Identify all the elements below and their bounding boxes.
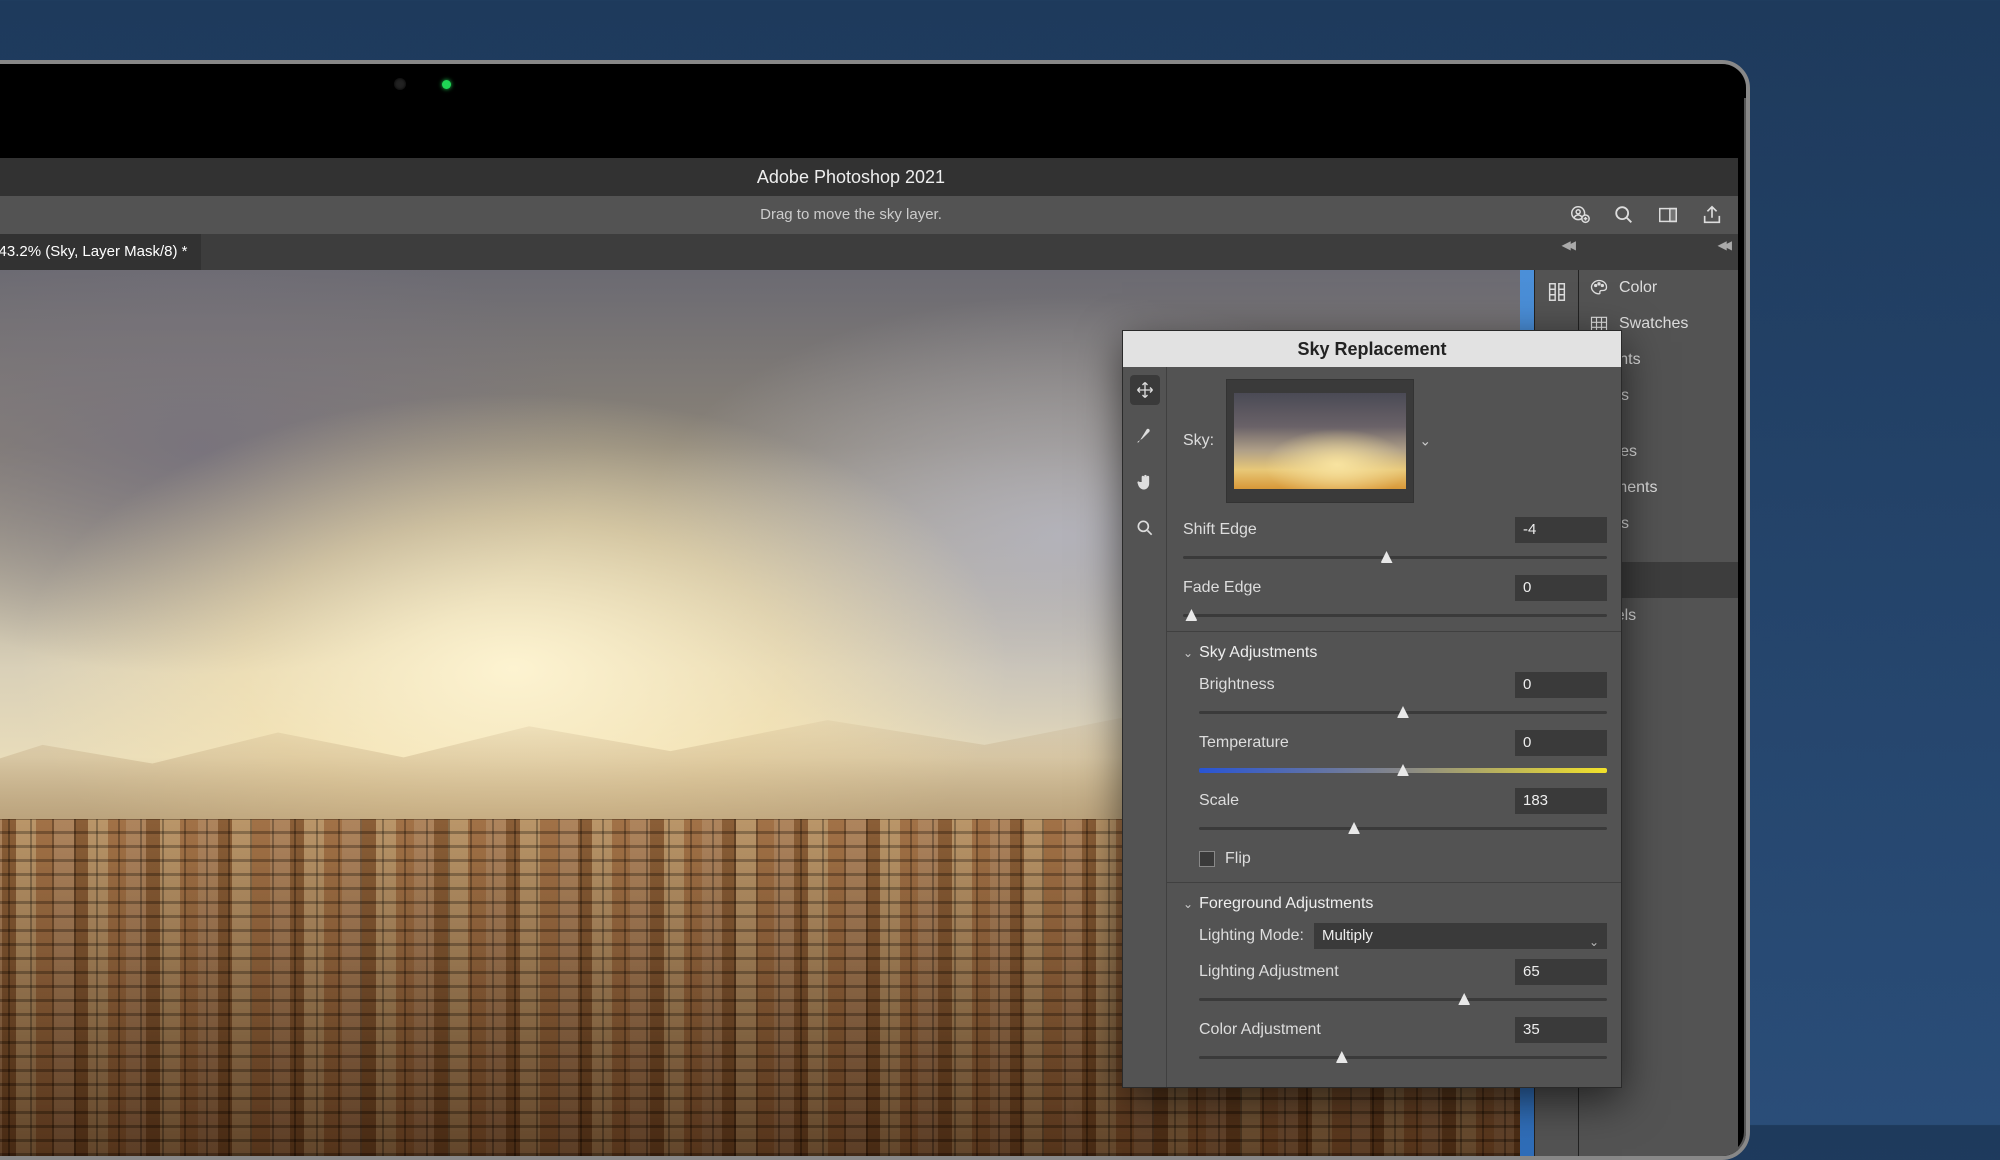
panel-label: Swatches (1619, 315, 1688, 333)
options-bar: Drag to move the sky layer. (0, 196, 1738, 234)
camera-active-indicator (442, 80, 451, 89)
dialog-content: Sky: ⌄ Shift Edge -4 Fade Edge 0 (1167, 367, 1621, 1087)
section-label: Sky Adjustments (1199, 644, 1317, 662)
temperature-label: Temperature (1199, 734, 1515, 752)
section-label: Foreground Adjustments (1199, 895, 1373, 913)
panel-label: Color (1619, 279, 1657, 297)
dialog-toolbar (1123, 367, 1167, 1087)
scale-label: Scale (1199, 792, 1515, 810)
dialog-title[interactable]: Sky Replacement (1123, 331, 1621, 367)
document-tab-label: o 43.2% (Sky, Layer Mask/8) * (0, 243, 187, 260)
brightness-value[interactable]: 0 (1515, 672, 1607, 698)
workspace-icon[interactable] (1656, 203, 1680, 227)
sky-picker-label: Sky: (1183, 432, 1214, 450)
fade-edge-label: Fade Edge (1183, 579, 1515, 597)
scale-value[interactable]: 183 (1515, 788, 1607, 814)
fade-edge-value[interactable]: 0 (1515, 575, 1607, 601)
shift-edge-slider[interactable] (1183, 549, 1607, 565)
options-hint: Drag to move the sky layer. (760, 206, 942, 223)
brightness-slider[interactable] (1199, 704, 1607, 720)
panel-collapse-icon[interactable]: ◀◀ (1562, 238, 1572, 252)
lighting-adjustment-label: Lighting Adjustment (1199, 963, 1515, 981)
zoom-tool[interactable] (1130, 513, 1160, 543)
temperature-value[interactable]: 0 (1515, 730, 1607, 756)
lighting-adjustment-value[interactable]: 65 (1515, 959, 1607, 985)
share-icon[interactable] (1700, 203, 1724, 227)
document-tab-bar: o 43.2% (Sky, Layer Mask/8) * ◀◀ ◀◀ (0, 234, 1738, 270)
panel-collapse-icon[interactable]: ◀◀ (1718, 238, 1728, 252)
sky-replacement-dialog[interactable]: Sky Replacement Sky: ⌄ (1122, 330, 1622, 1088)
chevron-down-icon: ⌄ (1183, 646, 1193, 660)
sky-adjustments-header[interactable]: ⌄ Sky Adjustments (1183, 644, 1607, 662)
dialog-title-label: Sky Replacement (1297, 339, 1446, 359)
laptop-notch (0, 64, 1746, 98)
flip-checkbox[interactable] (1199, 851, 1215, 867)
chevron-down-icon: ⌄ (1589, 929, 1599, 955)
color-picker-icon[interactable] (1545, 280, 1569, 304)
scale-slider[interactable] (1199, 820, 1607, 836)
brightness-label: Brightness (1199, 676, 1515, 694)
shift-edge-value[interactable]: -4 (1515, 517, 1607, 543)
lighting-adjustment-slider[interactable] (1199, 991, 1607, 1007)
color-adjustment-label: Color Adjustment (1199, 1021, 1515, 1039)
flip-label: Flip (1225, 850, 1251, 868)
hand-tool[interactable] (1130, 467, 1160, 497)
brush-tool[interactable] (1130, 421, 1160, 451)
title-bar: Adobe Photoshop 2021 (0, 158, 1738, 196)
foreground-adjustments-header[interactable]: ⌄ Foreground Adjustments (1183, 895, 1607, 913)
cloud-user-icon[interactable] (1568, 203, 1592, 227)
lighting-mode-value: Multiply (1322, 927, 1373, 944)
temperature-slider[interactable] (1199, 762, 1607, 778)
lighting-mode-select[interactable]: Multiply ⌄ (1314, 923, 1607, 949)
search-icon[interactable] (1612, 203, 1636, 227)
chevron-down-icon: ⌄ (1419, 433, 1431, 450)
camera-dot (394, 78, 406, 90)
chevron-down-icon: ⌄ (1183, 897, 1193, 911)
color-adjustment-value[interactable]: 35 (1515, 1017, 1607, 1043)
color-adjustment-slider[interactable] (1199, 1049, 1607, 1065)
fade-edge-slider[interactable] (1183, 607, 1607, 623)
app-title: Adobe Photoshop 2021 (757, 167, 945, 187)
panel-tab-color[interactable]: Color (1579, 270, 1738, 306)
document-tab[interactable]: o 43.2% (Sky, Layer Mask/8) * (0, 234, 201, 270)
sky-thumbnail (1234, 393, 1406, 489)
lighting-mode-label: Lighting Mode: (1199, 927, 1304, 945)
palette-icon (1589, 278, 1609, 298)
sky-preset-picker[interactable]: ⌄ (1226, 379, 1414, 503)
move-tool[interactable] (1130, 375, 1160, 405)
shift-edge-label: Shift Edge (1183, 521, 1515, 539)
